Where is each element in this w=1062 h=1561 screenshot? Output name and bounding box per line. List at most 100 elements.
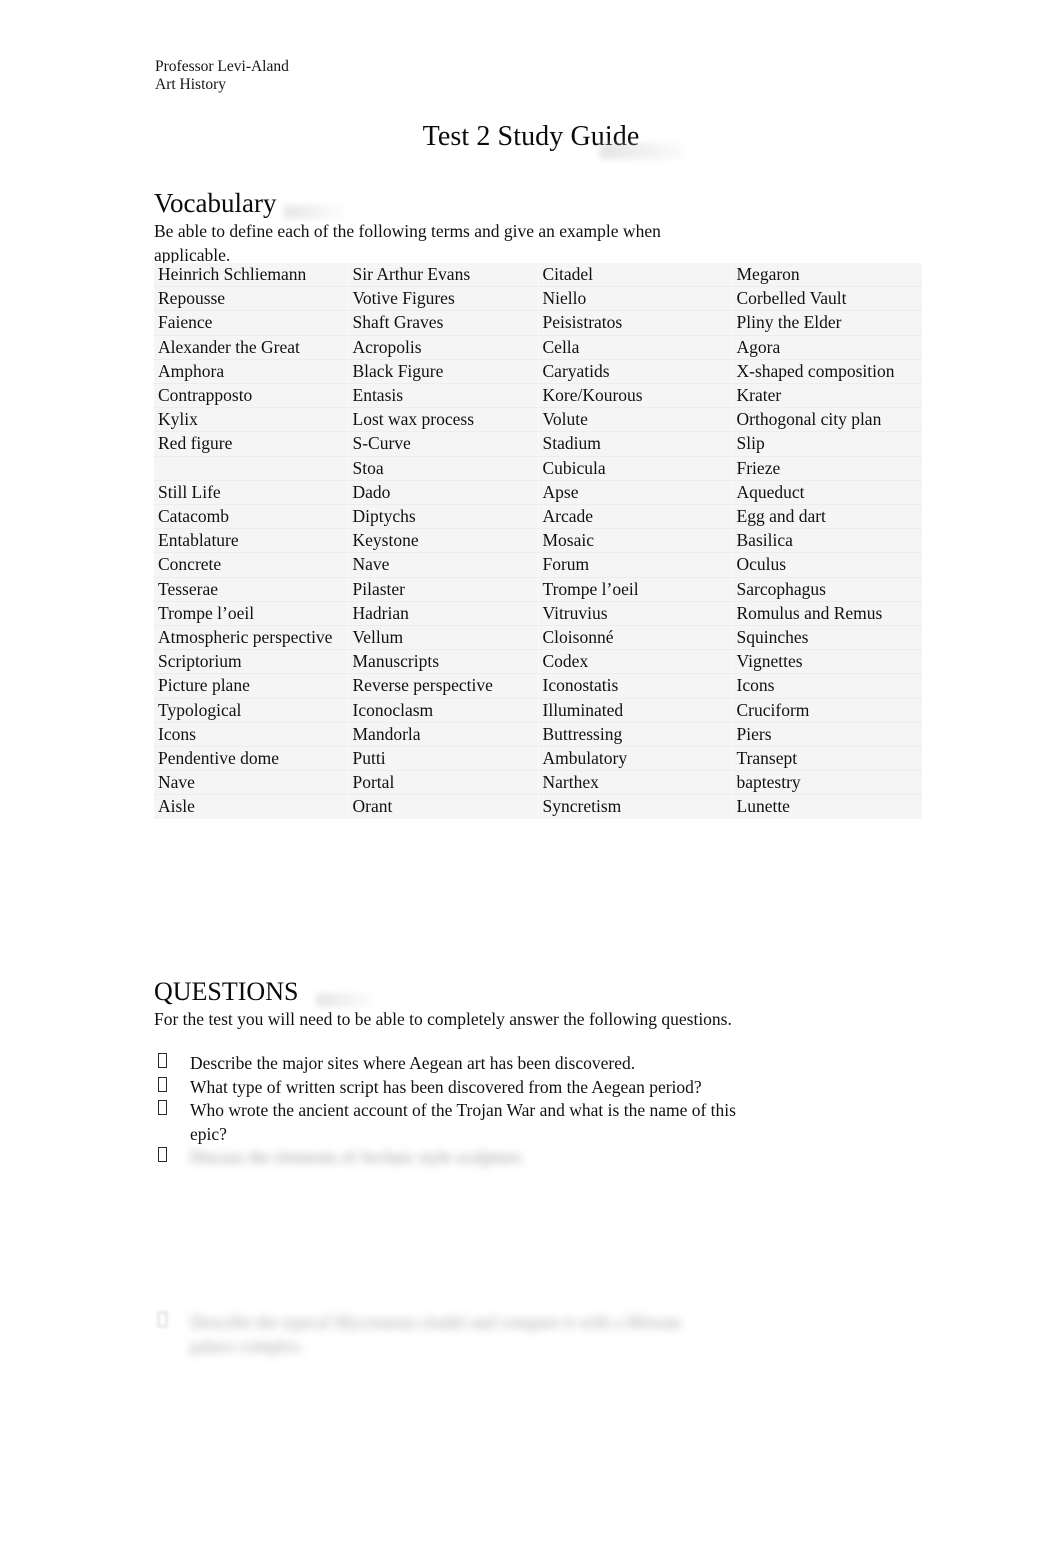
vocabulary-term-cell: Vitruvius: [538, 601, 733, 627]
vocabulary-term-cell: Romulus and Remus: [732, 601, 922, 627]
questions-heading: QUESTIONS: [154, 977, 299, 1006]
vocabulary-term-cell: Niello: [538, 286, 733, 312]
vocabulary-term-cell: Pliny the Elder: [732, 310, 922, 336]
table-row: Typological Iconoclasm Illuminated Crucifor…: [154, 698, 922, 723]
table-row: Contrapposto Entasis Kore/Kourous Krater: [154, 383, 922, 409]
question-text: Describe the major sites where Aegean ar…: [190, 1053, 636, 1073]
vocabulary-term-cell: Sir Arthur Evans: [348, 263, 539, 288]
vocabulary-term-cell: Portal: [348, 770, 539, 796]
vocabulary-heading-smudge-artifact: [284, 205, 342, 219]
vocabulary-term-cell: X-shaped composition: [732, 359, 922, 385]
vocabulary-heading: Vocabulary: [154, 188, 277, 218]
question-list-item: What type of written script has been dis…: [154, 1076, 774, 1100]
vocabulary-term-cell: Citadel: [538, 263, 733, 288]
table-row: Picture plane Reverse perspective Iconosta…: [154, 673, 922, 699]
vocabulary-term-cell: Stadium: [538, 431, 733, 457]
vocabulary-term-cell: Entablature: [154, 528, 349, 554]
document-header: Professor Levi-Aland Art History: [155, 58, 289, 93]
vocabulary-term-cell: Catacomb: [154, 504, 349, 530]
vocabulary-term-cell: Acropolis: [348, 335, 539, 360]
vocabulary-term-cell: Picture plane: [154, 673, 349, 699]
vocabulary-term-cell: Orthogonal city plan: [732, 407, 922, 433]
vocabulary-term-cell: Icons: [732, 673, 922, 699]
vocabulary-term-cell: Trompe l’oeil: [538, 577, 733, 602]
table-row: Stoa Cubicula Frieze: [154, 456, 922, 481]
table-row: Entablature Keystone Mosaic Basilica: [154, 528, 922, 554]
vocabulary-term-cell: Forum: [538, 552, 733, 578]
vocabulary-table: Heinrich Schliemann Sir Arthur Evans Citad…: [154, 263, 922, 819]
table-row: Nave Portal Narthex baptestry: [154, 770, 922, 796]
list-bullet-icon: [158, 1147, 167, 1162]
vocabulary-term-cell: Syncretism: [538, 794, 733, 819]
vocabulary-term-cell: Kore/Kourous: [538, 383, 733, 409]
header-professor: Professor Levi-Aland: [155, 58, 289, 75]
questions-list: Describe the major sites where Aegean ar…: [154, 1052, 774, 1170]
table-row: Still Life Dado Apse Aqueduct: [154, 480, 922, 506]
vocabulary-term-cell: [154, 456, 349, 481]
vocabulary-term-cell: Volute: [538, 407, 733, 433]
table-row: Repousse Votive Figures Niello Corbelled Va…: [154, 286, 922, 312]
vocabulary-term-cell: Faience: [154, 310, 349, 336]
vocabulary-term-cell: Diptychs: [348, 504, 539, 530]
vocabulary-term-cell: Aisle: [154, 794, 349, 819]
vocabulary-term-cell: Votive Figures: [348, 286, 539, 312]
vocabulary-term-cell: Still Life: [154, 480, 349, 506]
list-bullet-icon: [158, 1100, 167, 1115]
question-list-item: Discuss the elements of Archaic style sc…: [154, 1146, 774, 1170]
vocabulary-term-cell: Transept: [732, 746, 922, 772]
vocabulary-term-cell: Frieze: [732, 456, 922, 481]
vocabulary-term-cell: Pilaster: [348, 577, 539, 602]
vocabulary-term-cell: Aqueduct: [732, 480, 922, 506]
vocabulary-term-cell: Apse: [538, 480, 733, 506]
footnote-bullet-icon: [158, 1312, 167, 1327]
vocabulary-term-cell: Amphora: [154, 359, 349, 385]
vocabulary-term-cell: Ambulatory: [538, 746, 733, 772]
questions-intro-text: For the test you will need to be able to…: [154, 1009, 732, 1029]
vocabulary-term-cell: Dado: [348, 480, 539, 506]
table-row: Trompe l’oeil Hadrian Vitruvius Romulus and…: [154, 601, 922, 627]
table-row: Scriptorium Manuscripts Codex Vignettes: [154, 649, 922, 675]
vocabulary-term-cell: Entasis: [348, 383, 539, 409]
table-row: Alexander the Great Acropolis Cella Agora: [154, 335, 922, 360]
vocabulary-term-cell: Repousse: [154, 286, 349, 312]
vocabulary-term-cell: Scriptorium: [154, 649, 349, 675]
vocabulary-term-cell: Egg and dart: [732, 504, 922, 530]
table-row: Icons Mandorla Buttressing Piers: [154, 722, 922, 748]
vocabulary-term-cell: Tesserae: [154, 577, 349, 602]
vocabulary-term-cell: Typological: [154, 698, 349, 723]
vocabulary-term-cell: Mandorla: [348, 722, 539, 748]
vocabulary-term-cell: Vignettes: [732, 649, 922, 675]
table-row: Atmospheric perspective Vellum Cloisonné Sq…: [154, 625, 922, 651]
footnote-obscured-text: Describe the typical Mycenaean citadel a…: [190, 1312, 681, 1356]
vocabulary-term-cell: Illuminated: [538, 698, 733, 723]
question-text: What type of written script has been dis…: [190, 1076, 702, 1097]
vocabulary-term-cell: Squinches: [732, 625, 922, 651]
vocabulary-term-cell: Narthex: [538, 770, 733, 796]
list-bullet-icon: [158, 1053, 167, 1068]
vocabulary-term-cell: Iconostatis: [538, 673, 733, 699]
vocabulary-term-cell: Cloisonné: [538, 625, 733, 651]
table-row: Heinrich Schliemann Sir Arthur Evans Citad…: [154, 263, 922, 288]
vocabulary-term-cell: Shaft Graves: [348, 310, 539, 336]
vocabulary-term-cell: baptestry: [732, 770, 922, 796]
table-row: Pendentive dome Putti Ambulatory Transept: [154, 746, 922, 772]
vocabulary-term-cell: Buttressing: [538, 722, 733, 748]
vocabulary-term-cell: Stoa: [348, 456, 539, 481]
vocabulary-term-cell: Peisistratos: [538, 310, 733, 336]
question-text: Discuss the elements of Archaic style sc…: [190, 1147, 525, 1167]
vocabulary-term-cell: Sarcophagus: [732, 577, 922, 602]
vocabulary-term-cell: Putti: [348, 746, 539, 772]
vocabulary-term-cell: Reverse perspective: [348, 673, 539, 699]
vocabulary-term-cell: Agora: [732, 335, 922, 360]
vocabulary-term-cell: Iconoclasm: [348, 698, 539, 723]
vocabulary-term-cell: Heinrich Schliemann: [154, 263, 349, 288]
list-bullet-icon: [158, 1076, 167, 1092]
vocabulary-term-cell: Oculus: [732, 552, 922, 578]
vocabulary-term-cell: Trompe l’oeil: [154, 601, 349, 627]
table-row: Concrete Nave Forum Oculus: [154, 552, 922, 578]
vocabulary-term-cell: Cubicula: [538, 456, 733, 481]
document-page: Professor Levi-Aland Art History Test 2 …: [0, 0, 1062, 1561]
table-row: Amphora Black Figure Caryatids X-shaped com…: [154, 359, 922, 385]
vocabulary-term-cell: Kylix: [154, 407, 349, 433]
vocabulary-term-cell: Piers: [732, 722, 922, 748]
